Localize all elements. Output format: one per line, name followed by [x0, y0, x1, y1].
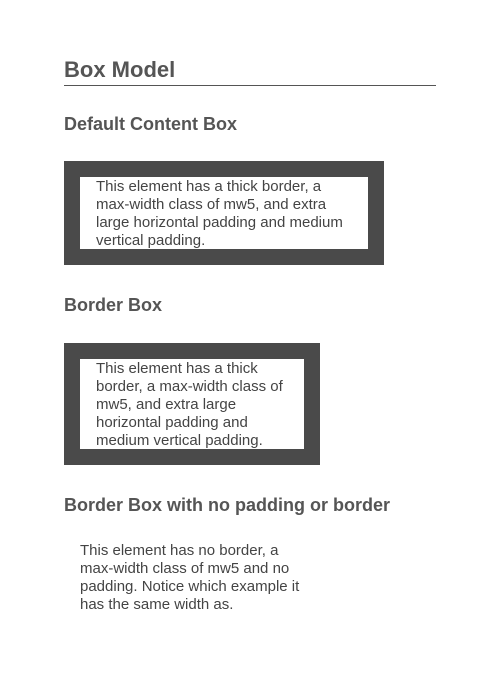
content-box-text: This element has a thick border, a max-w…	[96, 178, 343, 249]
page-title: Box Model	[64, 56, 436, 86]
content-box-example: This element has a thick border, a max-w…	[64, 161, 384, 265]
no-padding-border-example: This element has no border, a max-width …	[80, 542, 300, 613]
section-title-default-content-box: Default Content Box	[64, 114, 237, 134]
page-content: Box Model Default Content Box This eleme…	[64, 56, 436, 613]
section-title-no-padding-border: Border Box with no padding or border	[64, 495, 390, 515]
section-title-border-box: Border Box	[64, 295, 163, 315]
border-box-text: This element has a thick border, a max-w…	[96, 360, 283, 449]
border-box-example: This element has a thick border, a max-w…	[64, 343, 320, 465]
